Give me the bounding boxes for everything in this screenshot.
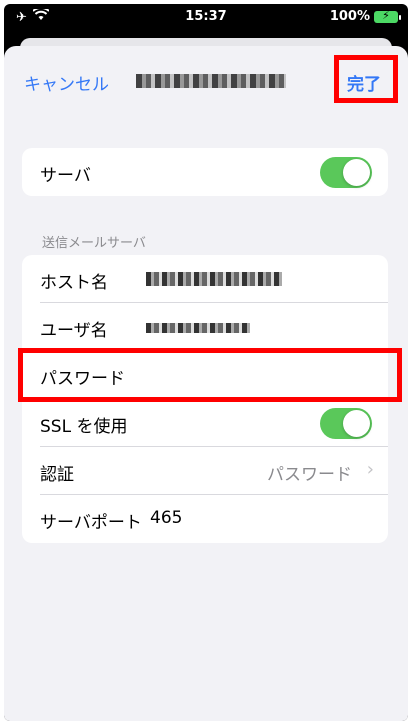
auth-row[interactable]: 認証 パスワード › <box>22 447 388 495</box>
status-right: 100% ⚡ <box>329 9 401 24</box>
port-row[interactable]: サーバポート 465 <box>22 495 388 543</box>
port-value[interactable]: 465 <box>150 508 182 528</box>
auth-label: 認証 <box>40 465 74 485</box>
auth-value: パスワード <box>267 465 352 485</box>
ssl-label: SSL を使用 <box>40 417 128 437</box>
outgoing-section-header: 送信メールサーバ <box>42 236 146 251</box>
user-value-redacted[interactable] <box>146 323 250 333</box>
server-label: サーバ <box>40 166 91 186</box>
account-name-redacted <box>136 74 286 88</box>
done-highlight-box <box>334 55 398 103</box>
server-group: サーバ <box>22 148 388 196</box>
host-row[interactable]: ホスト名 <box>22 255 388 303</box>
phone-screen: ✈ 15:37 100% ⚡ キャンセル 完了 サーバ 送信メールサーバ ホスト… <box>4 4 408 721</box>
user-label: ユーザ名 <box>40 321 108 341</box>
server-row: サーバ <box>22 148 388 196</box>
battery-icon: ⚡ <box>374 9 401 23</box>
status-bar: ✈ 15:37 100% ⚡ <box>4 4 408 30</box>
chevron-right-icon: › <box>366 459 374 480</box>
password-highlight-box <box>18 348 402 402</box>
cancel-button[interactable]: キャンセル <box>24 70 109 95</box>
battery-percent: 100% <box>329 9 370 24</box>
server-toggle[interactable] <box>320 157 372 188</box>
ssl-toggle[interactable] <box>320 408 372 439</box>
user-row[interactable]: ユーザ名 <box>22 303 388 351</box>
ssl-row: SSL を使用 <box>22 399 388 447</box>
port-label: サーバポート <box>40 513 142 533</box>
host-label: ホスト名 <box>40 273 108 293</box>
host-value-redacted[interactable] <box>146 272 282 286</box>
nav-bar: キャンセル 完了 <box>4 46 408 116</box>
